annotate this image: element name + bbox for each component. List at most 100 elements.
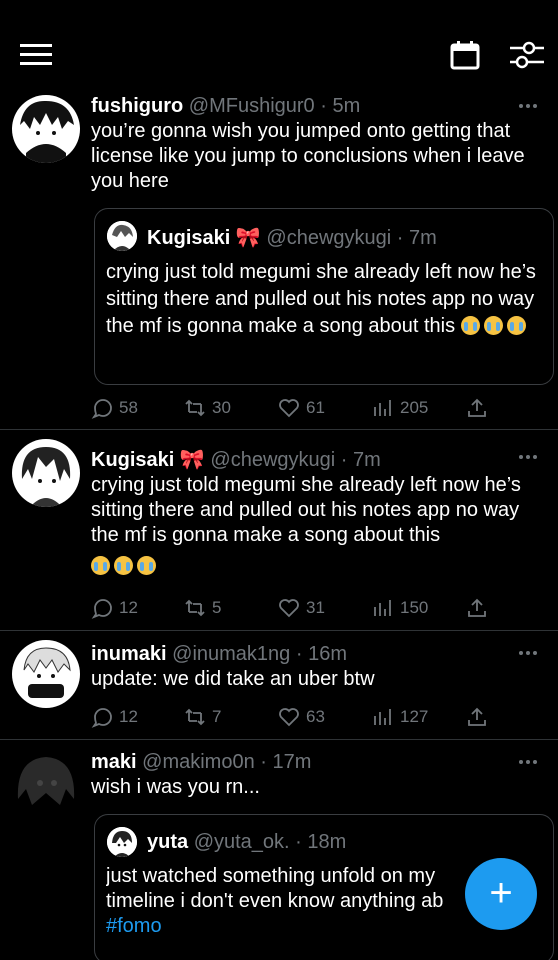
- username[interactable]: @chewgykugi: [210, 449, 335, 471]
- tweet-text: update: we did take an uber btw: [91, 668, 375, 690]
- like-button[interactable]: 63: [278, 706, 325, 728]
- retweet-icon: [185, 708, 205, 726]
- quoted-tweet-header: Kugisaki 🎀 @chewgykugi · 7m: [147, 225, 437, 250]
- retweet-button[interactable]: 30: [184, 397, 231, 419]
- views-chart-icon: [374, 400, 391, 416]
- hashtag-link[interactable]: #fomo: [106, 915, 162, 937]
- tweet-header: fushiguro @MFushigur0 · 5m: [91, 95, 360, 118]
- crying-emoji-icon: [91, 556, 110, 575]
- retweet-count: 7: [212, 707, 222, 726]
- views-button[interactable]: 205: [372, 397, 428, 419]
- retweet-icon: [185, 599, 205, 617]
- crying-emoji-icon: [137, 556, 156, 575]
- tweet-actions: 12 7 63 127: [91, 706, 491, 728]
- more-options-icon[interactable]: [518, 759, 538, 765]
- like-button[interactable]: 61: [278, 397, 325, 419]
- retweet-button[interactable]: 5: [184, 597, 221, 619]
- quoted-tweet-header: yuta @yuta_ok. · 18m: [147, 831, 346, 854]
- retweet-count: 5: [212, 598, 222, 617]
- username[interactable]: @inumak1ng: [172, 643, 290, 665]
- views-chart-icon: [374, 600, 391, 616]
- display-name[interactable]: inumaki: [91, 643, 167, 665]
- quoted-tweet-text: just watched something unfold on my time…: [106, 864, 466, 939]
- calendar-icon[interactable]: [450, 40, 480, 70]
- avatar[interactable]: [12, 95, 80, 163]
- views-count: 150: [400, 598, 429, 617]
- share-icon[interactable]: [466, 597, 488, 619]
- display-name[interactable]: Kugisaki 🎀: [91, 449, 205, 471]
- username[interactable]: @MFushigur0: [189, 95, 315, 117]
- tweet-text: wish i was you rn...: [91, 776, 260, 798]
- timestamp: · 18m: [295, 831, 347, 853]
- heart-icon: [279, 708, 299, 727]
- reply-button[interactable]: 12: [91, 597, 138, 619]
- tweet[interactable]: fushiguro @MFushigur0 · 5m you’re gonna …: [0, 90, 558, 430]
- avatar[interactable]: [12, 749, 80, 817]
- heart-icon: [279, 599, 299, 618]
- username[interactable]: @makimo0n: [142, 751, 255, 773]
- more-options-icon[interactable]: [518, 103, 538, 109]
- tweet-actions: 58 30 61 205: [91, 397, 491, 419]
- views-button[interactable]: 150: [372, 597, 428, 619]
- avatar[interactable]: [12, 439, 80, 507]
- retweet-button[interactable]: 7: [184, 706, 221, 728]
- hamburger-menu-icon[interactable]: [20, 44, 52, 66]
- timestamp: · 7m: [396, 227, 437, 249]
- like-count: 61: [306, 398, 325, 417]
- reply-icon: [91, 399, 112, 419]
- tweet-text: you’re gonna wish you jumped onto gettin…: [91, 120, 525, 192]
- tweet-header: inumaki @inumak1ng · 16m: [91, 643, 347, 666]
- username: @yuta_ok.: [193, 831, 290, 853]
- reply-count: 58: [119, 398, 138, 417]
- share-icon[interactable]: [466, 397, 488, 419]
- reply-button[interactable]: 12: [91, 706, 138, 728]
- like-count: 31: [306, 598, 325, 617]
- views-chart-icon: [374, 709, 391, 725]
- compose-tweet-button[interactable]: +: [465, 858, 537, 930]
- tweet-text-content: crying just told megumi she already left…: [91, 474, 521, 546]
- more-options-icon[interactable]: [518, 454, 538, 460]
- sliders-icon[interactable]: [510, 40, 544, 70]
- retweet-icon: [185, 399, 205, 417]
- crying-emoji-icon: [506, 316, 526, 335]
- top-bar: [0, 0, 558, 90]
- tweet[interactable]: Kugisaki 🎀 @chewgykugi · 7m crying just …: [0, 431, 558, 631]
- tweet-actions: 12 5 31 150: [91, 597, 491, 619]
- timestamp: · 5m: [320, 95, 361, 117]
- share-icon[interactable]: [466, 706, 488, 728]
- views-count: 127: [400, 707, 429, 726]
- retweet-count: 30: [212, 398, 231, 417]
- reply-icon: [91, 599, 112, 619]
- timestamp: · 16m: [295, 643, 347, 665]
- display-name[interactable]: fushiguro: [91, 95, 183, 117]
- display-name: yuta: [147, 831, 189, 853]
- reply-count: 12: [119, 707, 138, 726]
- like-button[interactable]: 31: [278, 597, 325, 619]
- crying-emoji-icon: [460, 316, 480, 335]
- username: @chewgykugi: [266, 227, 392, 249]
- reply-count: 12: [119, 598, 138, 617]
- tweet-header: maki @makimo0n · 17m: [91, 751, 311, 774]
- avatar: [107, 221, 137, 251]
- timestamp: · 17m: [260, 751, 312, 773]
- crying-emoji-icon: [114, 556, 133, 575]
- avatar: [107, 827, 137, 857]
- tweet-header: Kugisaki 🎀 @chewgykugi · 7m: [91, 447, 381, 472]
- avatar[interactable]: [12, 640, 80, 708]
- timestamp: · 7m: [340, 449, 381, 471]
- like-count: 63: [306, 707, 325, 726]
- views-button[interactable]: 127: [372, 706, 428, 728]
- crying-emoji-icon: [483, 316, 503, 335]
- tweet[interactable]: maki @makimo0n · 17m wish i was you rn..…: [0, 741, 558, 960]
- quoted-tweet-text-content: just watched something unfold on my time…: [106, 865, 444, 912]
- display-name: Kugisaki 🎀: [147, 227, 261, 249]
- heart-icon: [279, 399, 299, 418]
- tweet-text: crying just told megumi she already left…: [91, 473, 547, 579]
- views-count: 205: [400, 398, 429, 417]
- more-options-icon[interactable]: [518, 650, 538, 656]
- quoted-tweet-text: crying just told megumi she already left…: [106, 259, 546, 340]
- reply-button[interactable]: 58: [91, 397, 138, 419]
- display-name[interactable]: maki: [91, 751, 137, 773]
- quoted-tweet[interactable]: Kugisaki 🎀 @chewgykugi · 7m crying just …: [94, 208, 554, 385]
- tweet[interactable]: inumaki @inumak1ng · 16m update: we did …: [0, 632, 558, 740]
